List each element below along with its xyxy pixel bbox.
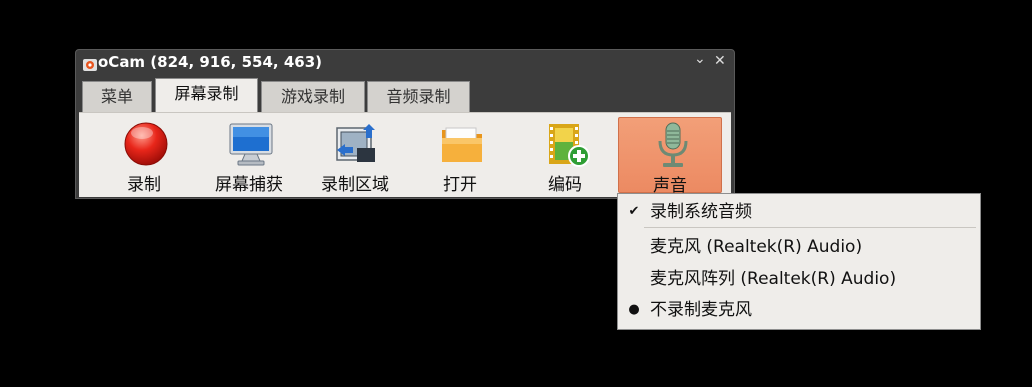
- radio-dot-icon: ●: [628, 302, 640, 317]
- menu-separator: [644, 227, 976, 228]
- record-icon: [124, 122, 168, 166]
- menu-item-label: 不录制麦克风: [650, 300, 752, 320]
- record-region-button[interactable]: 录制区域: [303, 117, 407, 195]
- encode-label: 编码: [548, 175, 582, 195]
- window-title: oCam (824, 916, 554, 463): [98, 53, 323, 71]
- region-icon: [336, 124, 375, 162]
- title-bar[interactable]: oCam (824, 916, 554, 463) ⌄ ✕: [76, 50, 734, 76]
- tab-screen-record[interactable]: 屏幕录制: [155, 78, 258, 112]
- record-button[interactable]: 录制: [92, 117, 196, 195]
- toolbar: 录制 屏幕捕获 录制区域 打开 编码 声音: [79, 112, 731, 197]
- menu-item-record-system-audio[interactable]: ✔ 录制系统音频: [618, 198, 980, 226]
- microphone-icon: [658, 122, 688, 167]
- tab-bar: 菜单 屏幕录制 游戏录制 音频录制: [79, 78, 731, 112]
- encode-button[interactable]: 编码: [513, 117, 617, 195]
- sound-dropdown-menu: ✔ 录制系统音频 麦克风 (Realtek(R) Audio) 麦克风阵列 (R…: [617, 193, 981, 330]
- menu-item-label: 麦克风 (Realtek(R) Audio): [650, 237, 863, 257]
- tab-menu[interactable]: 菜单: [82, 81, 152, 112]
- screen-capture-button[interactable]: 屏幕捕获: [197, 117, 301, 195]
- close-icon[interactable]: ✕: [714, 53, 726, 69]
- menu-item-microphone-realtek[interactable]: 麦克风 (Realtek(R) Audio): [618, 233, 980, 261]
- open-button[interactable]: 打开: [408, 117, 512, 195]
- checkmark-icon: ✔: [628, 204, 640, 219]
- ocam-window: oCam (824, 916, 554, 463) ⌄ ✕ 菜单 屏幕录制 游戏…: [75, 49, 735, 199]
- film-add-icon: [549, 124, 590, 167]
- ocam-app-icon: [83, 59, 97, 71]
- folder-icon: [442, 127, 482, 162]
- menu-item-no-microphone[interactable]: ● 不录制麦克风: [618, 296, 980, 324]
- monitor-icon: [229, 123, 273, 166]
- menu-item-label: 麦克风阵列 (Realtek(R) Audio): [650, 269, 897, 289]
- tab-audio-record[interactable]: 音频录制: [367, 81, 470, 112]
- record-label: 录制: [127, 175, 161, 195]
- sound-button[interactable]: 声音: [618, 117, 722, 196]
- screen-capture-label: 屏幕捕获: [215, 175, 283, 195]
- menu-item-microphone-array-realtek[interactable]: 麦克风阵列 (Realtek(R) Audio): [618, 265, 980, 293]
- menu-item-label: 录制系统音频: [650, 202, 752, 222]
- record-region-label: 录制区域: [321, 175, 389, 195]
- minimize-icon[interactable]: ⌄: [694, 51, 706, 67]
- tab-game-record[interactable]: 游戏录制: [261, 81, 365, 112]
- open-label: 打开: [443, 175, 477, 195]
